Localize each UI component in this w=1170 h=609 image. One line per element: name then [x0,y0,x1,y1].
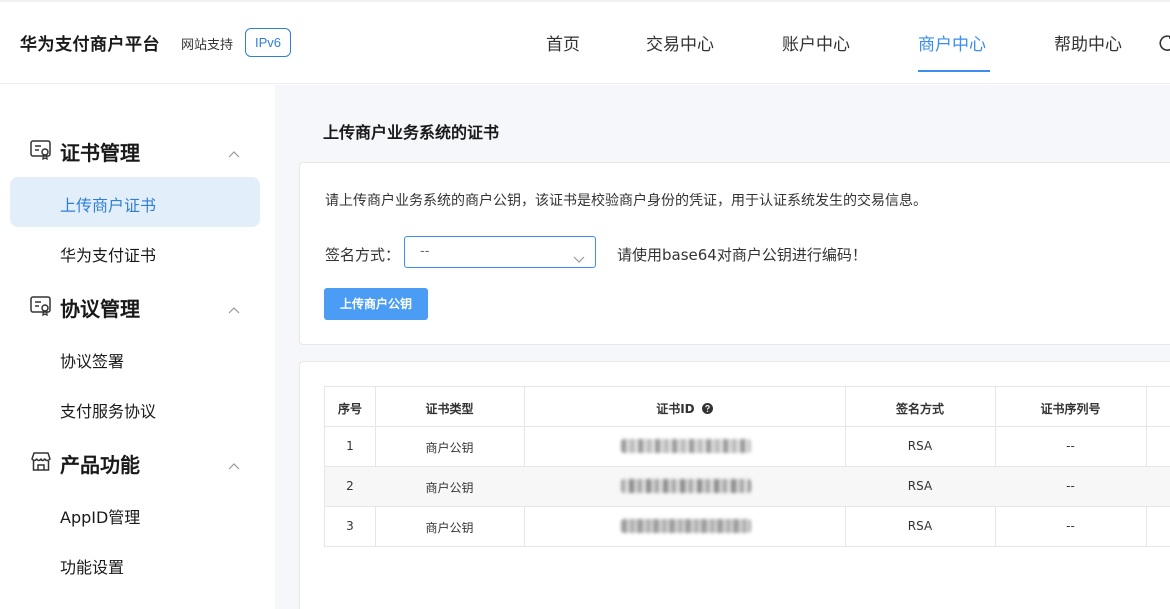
ipv6-badge: IPv6 [245,28,291,57]
chevron-up-icon [228,299,240,314]
sidebar-section-certificate-management[interactable]: 证书管理 [30,137,260,165]
cell-cert-type: 商户公钥 [425,441,474,455]
sign-method-label: 签名方式： [325,246,401,264]
table-row: 3 商户公钥 RSA -- [325,506,1170,546]
column-header-serial-number: 证书序列号 [1040,402,1101,416]
cell-sign-method: RSA [907,519,933,533]
sidebar-item-label: 协议签署 [60,352,125,371]
nav-transaction-center[interactable]: 交易中心 [646,30,714,55]
cell-sign-method: RSA [907,479,933,493]
column-header-index: 序号 [337,402,362,416]
cell-serial-number: -- [1066,479,1075,493]
certificate-icon [30,296,52,317]
sidebar-item-label: 支付服务协议 [60,402,157,421]
table-row: 1 商户公钥 RSA -- [325,426,1170,466]
page-title: 上传商户业务系统的证书 [323,123,500,142]
nav-merchant-center[interactable]: 商户中心 [918,30,986,55]
header-top-border [0,0,1170,2]
brand-title[interactable]: 华为支付商户平台 [20,30,160,55]
redacted-cert-id [621,519,751,533]
nav-active-indicator [918,70,990,72]
nav-account-center[interactable]: 账户中心 [782,30,850,55]
cell-index: 2 [346,479,354,493]
cell-serial-number: -- [1066,439,1075,453]
sign-method-value: -- [420,244,430,259]
redacted-cert-id [621,439,751,453]
sidebar-item-label: AppID管理 [60,508,141,527]
upload-merchant-public-key-button[interactable]: 上传商户公钥 [324,288,428,320]
sidebar-section-title: 协议管理 [60,297,140,321]
sidebar-item-label: 功能设置 [60,558,125,577]
chevron-up-icon [228,143,240,158]
sidebar-item-feature-settings[interactable]: 功能设置 [10,539,260,589]
sidebar-item-label: 华为支付证书 [60,246,157,265]
store-icon [30,452,52,472]
sidebar-item-label: 上传商户证书 [60,196,157,215]
website-support-label: 网站支持 [181,38,234,53]
nav-help-center[interactable]: 帮助中心 [1054,30,1122,55]
sidebar-item-upload-merchant-certificate[interactable]: 上传商户证书 [10,177,260,227]
sidebar-section-title: 产品功能 [60,453,140,477]
sidebar-item-payment-service-agreement[interactable]: 支付服务协议 [10,383,260,433]
redacted-cert-id [621,479,751,493]
chevron-down-icon [573,249,585,263]
column-header-cert-id: 证书ID [524,400,845,417]
sidebar-item-huawei-pay-certificate[interactable]: 华为支付证书 [10,227,260,277]
certificate-icon [30,140,52,161]
column-header-label: 证书ID [656,402,695,416]
sidebar-section-product-features[interactable]: 产品功能 [30,449,260,477]
upload-description: 请上传商户业务系统的商户公钥，该证书是校验商户身份的凭证，用于认证系统发生的交易… [325,193,927,209]
nav-home[interactable]: 首页 [546,30,580,55]
cell-index: 1 [346,439,354,453]
column-header-cert-type: 证书类型 [425,402,474,416]
sidebar-section-title: 证书管理 [60,141,140,165]
help-icon[interactable] [701,402,713,417]
sidebar-section-agreement-management[interactable]: 协议管理 [30,293,260,321]
cell-sign-method: RSA [907,439,933,453]
cell-cert-type: 商户公钥 [425,481,474,495]
certificate-table: 序号 证书类型 证书ID 签名方式 证书序列号 1 商户公钥 RSA -- 2 … [324,386,1170,547]
cell-serial-number: -- [1066,519,1075,533]
cell-index: 3 [346,519,354,533]
column-header-sign-method: 签名方式 [895,402,944,416]
refresh-icon[interactable] [1158,35,1170,53]
top-header: 华为支付商户平台 网站支持 IPv6 首页 交易中心 账户中心 商户中心 帮助中… [0,0,1170,84]
sidebar-item-appid-management[interactable]: AppID管理 [10,489,260,539]
cell-cert-type: 商户公钥 [425,521,474,535]
sidebar-item-agreement-signing[interactable]: 协议签署 [10,333,260,383]
chevron-up-icon [228,455,240,470]
table-row: 2 商户公钥 RSA -- [325,466,1170,506]
base64-hint: 请使用base64对商户公钥进行编码！ [617,246,867,264]
sign-method-select[interactable]: -- [404,236,596,268]
